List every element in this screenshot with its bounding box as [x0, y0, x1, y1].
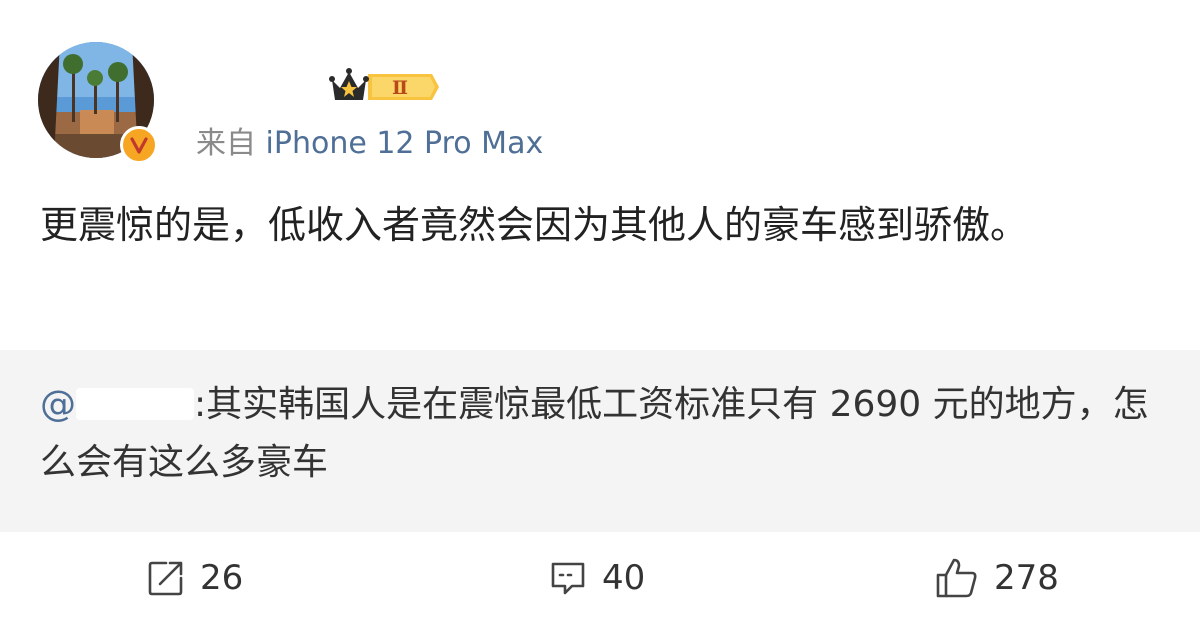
- quoted-comment[interactable]: @:其实韩国人是在震惊最低工资标准只有 2690 元的地方，怎么会有这么多豪车: [0, 350, 1200, 532]
- comment-icon: [551, 562, 585, 595]
- comment-count: 40: [602, 558, 646, 598]
- source-prefix: 来自: [196, 126, 256, 161]
- level-badge-label: Ⅱ: [392, 77, 408, 99]
- comment-button[interactable]: 40: [548, 554, 645, 602]
- member-level-badge[interactable]: Ⅱ: [328, 66, 440, 108]
- repost-icon: [148, 561, 183, 596]
- source-device-link[interactable]: iPhone 12 Pro Max: [266, 126, 544, 161]
- mention-prefix[interactable]: @: [40, 384, 76, 425]
- post-source: 来自 iPhone 12 Pro Max: [196, 124, 543, 164]
- repost-button[interactable]: 26: [146, 554, 243, 602]
- avatar-container[interactable]: [38, 42, 160, 164]
- repost-count: 26: [200, 558, 244, 598]
- username-redacted[interactable]: [196, 76, 316, 102]
- like-count: 278: [994, 558, 1059, 598]
- post-body-text: 更震惊的是，低收入者竟然会因为其他人的豪车感到骄傲。: [40, 203, 1029, 247]
- action-bar: 26 40 278: [0, 532, 1200, 622]
- quoted-comment-text: @:其实韩国人是在震惊最低工资标准只有 2690 元的地方，怎么会有这么多豪车: [40, 376, 1150, 492]
- mention-username-redacted[interactable]: [76, 388, 194, 420]
- like-button[interactable]: 278: [934, 554, 1059, 602]
- crown-icon: Ⅱ: [329, 68, 439, 100]
- quote-body: :其实韩国人是在震惊最低工资标准只有 2690 元的地方，怎么会有这么多豪车: [40, 384, 1149, 483]
- verified-badge-icon: [120, 126, 158, 164]
- thumbs-up-icon: [936, 558, 977, 598]
- post-header: Ⅱ 来自 iPhone 12 Pro Max: [0, 0, 1200, 180]
